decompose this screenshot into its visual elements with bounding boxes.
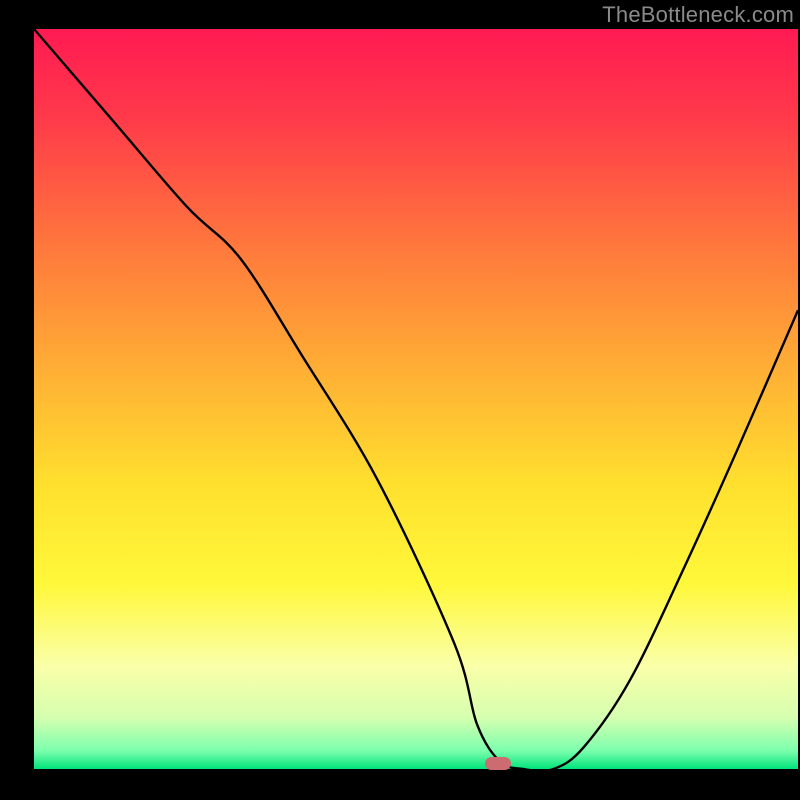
bottleneck-chart	[0, 0, 800, 800]
sweet-spot-marker	[485, 757, 511, 770]
chart-container: TheBottleneck.com	[0, 0, 800, 800]
watermark-text: TheBottleneck.com	[602, 2, 794, 28]
plot-background	[34, 29, 798, 769]
